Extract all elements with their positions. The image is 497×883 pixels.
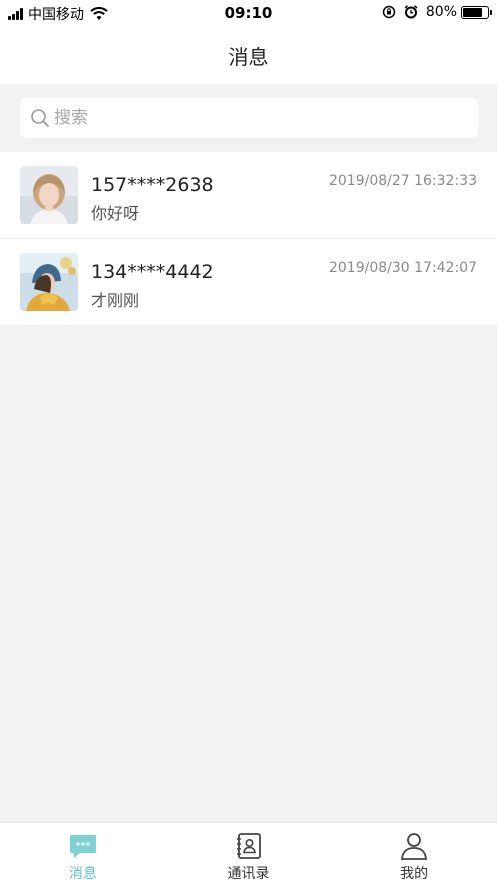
tab-bar: 消息 通讯录 我的 <box>0 822 497 883</box>
message-item[interactable]: 134****4442 才刚刚 2019/08/30 17:42:07 <box>0 239 497 325</box>
avatar <box>20 166 78 224</box>
tab-profile[interactable]: 我的 <box>331 823 497 883</box>
battery-icon <box>461 5 492 19</box>
message-list: 157****2638 你好呀 2019/08/27 16:32:33 134*… <box>0 152 497 325</box>
search-bar[interactable] <box>20 98 478 138</box>
message-item[interactable]: 157****2638 你好呀 2019/08/27 16:32:33 <box>0 152 497 239</box>
search-area <box>0 84 497 152</box>
message-time: 2019/08/30 17:42:07 <box>328 260 477 276</box>
tab-contacts[interactable]: 通讯录 <box>166 823 332 883</box>
contact-name: 157****2638 <box>91 174 214 196</box>
contact-name: 134****4442 <box>91 261 214 283</box>
battery-percent: 80% <box>425 4 457 20</box>
contacts-book-icon <box>236 833 261 859</box>
status-right: 80% <box>382 4 492 20</box>
nav-bar: 消息 <box>0 26 497 84</box>
battery-fill <box>463 7 483 17</box>
message-time: 2019/08/27 16:32:33 <box>328 173 477 189</box>
page-title: 消息 <box>228 45 269 69</box>
avatar <box>20 253 78 311</box>
tab-messages[interactable]: 消息 <box>0 823 166 883</box>
tab-label: 通讯录 <box>227 866 270 882</box>
tab-label: 我的 <box>400 866 429 882</box>
search-input[interactable] <box>54 108 454 128</box>
rotation-lock-icon <box>382 5 396 19</box>
message-preview: 你好呀 <box>91 204 140 223</box>
status-bar: 中国移动 09:10 80% <box>0 0 497 26</box>
person-icon <box>401 833 428 860</box>
alarm-icon <box>404 5 418 19</box>
tab-label: 消息 <box>68 866 97 882</box>
chat-bubble-icon <box>69 835 96 858</box>
search-icon <box>31 109 49 127</box>
message-preview: 才刚刚 <box>91 291 140 310</box>
